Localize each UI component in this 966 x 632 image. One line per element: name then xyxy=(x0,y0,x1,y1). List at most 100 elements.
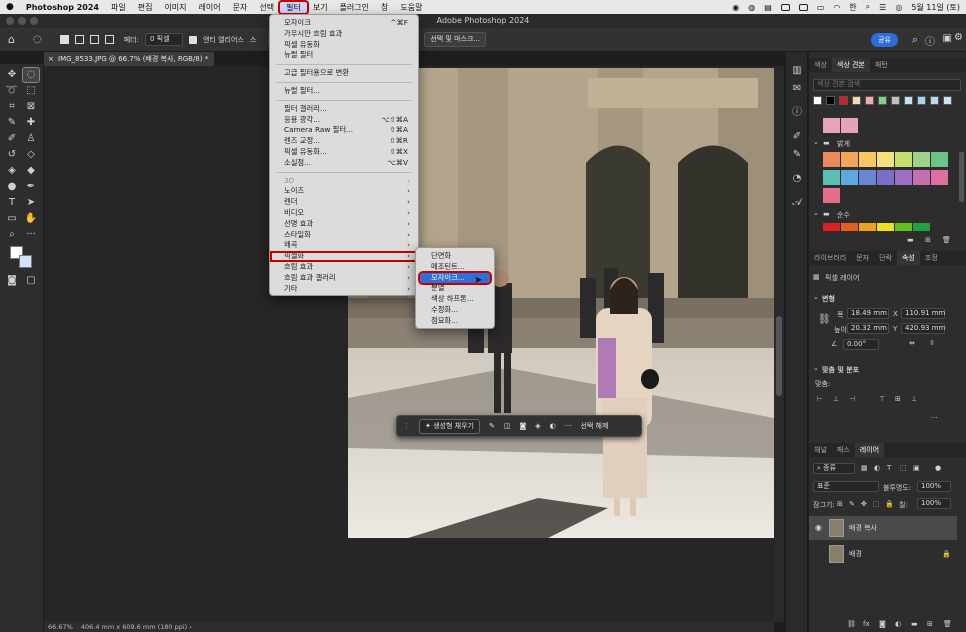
object-select-tool-icon[interactable]: ⬚ xyxy=(23,84,39,98)
filter-menu-item[interactable]: 모자이크 ^⌘F xyxy=(270,18,418,29)
lock-pixels-icon[interactable]: ⊞ xyxy=(837,500,843,508)
subtract-selection-icon[interactable] xyxy=(89,35,99,44)
align-hcenter-icon[interactable]: ⊥ xyxy=(833,395,839,403)
stamp-tool-icon[interactable]: ♙ xyxy=(23,132,39,146)
align-left-icon[interactable]: ⊢ xyxy=(817,395,823,403)
tab-color[interactable]: 색상 xyxy=(809,58,832,72)
new-selection-icon[interactable] xyxy=(59,35,69,44)
chevron-down-icon[interactable]: ⌄ xyxy=(813,138,819,146)
swatch[interactable] xyxy=(931,152,948,167)
menu-help[interactable]: 도움말 xyxy=(394,2,428,13)
lock-image-icon[interactable]: ✎ xyxy=(849,500,855,508)
share-button[interactable]: 공유 xyxy=(871,33,898,47)
marquee-tool-icon[interactable]: ◌ xyxy=(22,67,40,83)
zoom-window-button[interactable] xyxy=(30,17,38,25)
feather-input[interactable]: 0 픽셀 xyxy=(144,33,183,46)
link-icon[interactable]: ⛓ xyxy=(818,314,831,325)
x-input[interactable]: 110.91 mm xyxy=(901,308,945,319)
dodge-tool-icon[interactable]: ● xyxy=(4,180,20,194)
align-bottom-icon[interactable]: ⊥ xyxy=(911,395,917,403)
filter-menu-item[interactable]: 뉴럴 필터 xyxy=(270,50,418,61)
tab-paths[interactable]: 패스 xyxy=(832,443,855,457)
menu-image[interactable]: 이미지 xyxy=(158,2,192,13)
filter-menu-item[interactable]: 흐림 효과 갤러리 › xyxy=(270,273,418,284)
blur-tool-icon[interactable]: ◆ xyxy=(23,164,39,178)
tab-properties[interactable]: 속성 xyxy=(896,251,920,265)
align-top-icon[interactable]: ⊤ xyxy=(879,395,885,403)
layer-name[interactable]: 배경 xyxy=(849,542,862,566)
swatch[interactable] xyxy=(865,96,874,105)
history-brush-tool-icon[interactable]: ↺ xyxy=(4,148,20,162)
home-icon[interactable]: ⌂ xyxy=(8,33,15,46)
layer-row[interactable]: 배경 🔒 xyxy=(809,542,957,566)
swatch-group-name[interactable]: 순수 xyxy=(837,210,850,220)
eyedropper-tool-icon[interactable]: ✎ xyxy=(4,116,20,130)
clock-date[interactable]: 5월 11일 (토) xyxy=(911,2,960,13)
tab-paragraph[interactable]: 단락 xyxy=(874,251,897,265)
control-center-icon[interactable]: ☰ xyxy=(879,3,886,12)
pixelate-menu-item[interactable]: 색상 하프톤... xyxy=(416,294,494,305)
layer-row[interactable]: ◉ 배경 복사 xyxy=(809,516,957,540)
healing-tool-icon[interactable]: ✚ xyxy=(23,116,39,130)
swatch[interactable] xyxy=(841,170,858,185)
menu-type[interactable]: 문자 xyxy=(227,2,254,13)
swatch[interactable] xyxy=(913,152,930,167)
search-icon[interactable]: ⌕ xyxy=(912,33,918,47)
lock-position-icon[interactable]: ✥ xyxy=(861,500,867,508)
swatch[interactable] xyxy=(891,96,900,105)
filter-menu-item[interactable]: 소실점... ⌥⌘V xyxy=(270,158,418,169)
screen-icon[interactable] xyxy=(798,3,808,11)
height-input[interactable]: 20.32 mm xyxy=(847,323,889,334)
swatch[interactable] xyxy=(943,96,952,105)
lasso-tool-icon[interactable]: ➰ xyxy=(4,84,20,98)
filter-menu-item[interactable]: 렌더 › xyxy=(270,197,418,208)
antialias-checkbox[interactable] xyxy=(188,35,197,44)
record-icon[interactable]: ◉ xyxy=(732,3,739,12)
marquee-preset-icon[interactable]: ◌ xyxy=(33,34,42,45)
delete-layer-icon[interactable]: 🗑 xyxy=(943,620,952,628)
status-chevron-icon[interactable]: › xyxy=(189,623,192,631)
swatch[interactable] xyxy=(931,170,948,185)
swatch[interactable] xyxy=(823,118,840,133)
swatch[interactable] xyxy=(877,223,894,231)
select-and-mask-button[interactable]: 선택 및 마스크... xyxy=(424,32,487,47)
modify-selection-icon[interactable]: ✎ xyxy=(489,422,495,430)
apple-menu-icon[interactable]: ● xyxy=(0,2,20,12)
flip-vertical-icon[interactable]: ⇳ xyxy=(929,339,935,347)
help-icon[interactable]: ⓘ xyxy=(925,33,935,48)
swatch-group-name[interactable]: 밝게 xyxy=(837,139,850,149)
scrollbar-thumb[interactable] xyxy=(776,316,782,396)
menu-select[interactable]: 선택 xyxy=(253,2,280,13)
filter-menu-item[interactable]: 뉴럴 필터... xyxy=(270,86,418,97)
generative-fill-button[interactable]: ✦ 생성형 채우기 xyxy=(419,418,480,434)
eraser-tool-icon[interactable]: ◇ xyxy=(23,148,39,162)
layer-name[interactable]: 배경 복사 xyxy=(849,516,877,540)
swatch[interactable] xyxy=(930,96,939,105)
more-tools-icon[interactable]: ··· xyxy=(23,228,39,242)
align-right-icon[interactable]: ⊣ xyxy=(849,395,855,403)
blend-mode-select[interactable]: 표준 xyxy=(813,481,879,492)
menu-view[interactable]: 보기 xyxy=(307,2,334,13)
align-vcenter-icon[interactable]: ⊞ xyxy=(895,395,901,403)
info-icon[interactable]: ⓘ xyxy=(790,106,804,120)
mask-icon[interactable]: ◙ xyxy=(519,422,526,430)
path-select-tool-icon[interactable]: ➤ xyxy=(23,196,39,210)
tab-character[interactable]: 문자 xyxy=(851,251,874,265)
filter-menu-item[interactable]: 픽셀 유동화 xyxy=(270,40,418,51)
swatch[interactable] xyxy=(839,96,848,105)
filter-menu-item[interactable]: 고급 필터용으로 변환 xyxy=(270,68,418,79)
visibility-eye-icon[interactable]: ◉ xyxy=(815,516,822,540)
swatch[interactable] xyxy=(823,170,840,185)
pixelate-menu-item[interactable]: 단면화 xyxy=(416,251,494,262)
filter-menu-item[interactable]: 선명 효과 › xyxy=(270,219,418,230)
filter-menu-item[interactable]: 비디오 › xyxy=(270,208,418,219)
swatch[interactable] xyxy=(823,188,840,203)
filter-menu-item[interactable]: 픽셀화 › xyxy=(270,251,418,262)
y-input[interactable]: 420.93 mm xyxy=(901,323,945,334)
filter-menu-item[interactable]: 스타일화 › xyxy=(270,230,418,241)
frame-tool-icon[interactable]: ⊠ xyxy=(23,100,39,114)
tab-swatches[interactable]: 색상 견본 xyxy=(831,58,870,72)
filter-menu-item[interactable]: 노이즈 › xyxy=(270,186,418,197)
swatch[interactable] xyxy=(823,223,840,231)
filter-menu-item[interactable]: Camera Raw 필터... ⇧⌘A xyxy=(270,125,418,136)
